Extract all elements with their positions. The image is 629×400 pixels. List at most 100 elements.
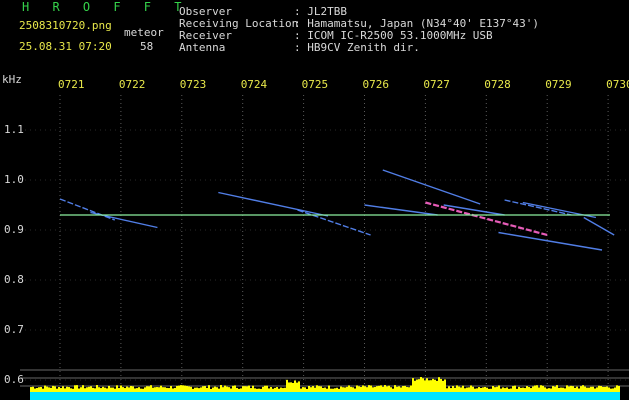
spectrum-bar	[220, 385, 222, 392]
x-tick-label: 0721	[58, 78, 85, 91]
spectrum-bar	[544, 387, 546, 392]
spectrum-bar	[64, 388, 66, 392]
spectrum-bar	[138, 387, 140, 392]
meteor-trace	[382, 169, 481, 205]
spectrum-bar	[322, 387, 324, 392]
spectrum-bar	[130, 385, 132, 392]
spectrum-bar	[442, 380, 444, 392]
spectrum-bar	[262, 386, 264, 392]
spectrum-bar	[346, 386, 348, 392]
spectrum-bar	[164, 387, 166, 392]
spectrum-bar	[462, 385, 464, 392]
spectrum-bar	[490, 388, 492, 392]
spectrum-bar	[526, 386, 528, 392]
spectrum-bar	[460, 387, 462, 392]
spectrum-bar	[386, 386, 388, 392]
spectrum-bar	[250, 388, 252, 392]
spectrum-bar	[380, 385, 382, 392]
spectrum-bar	[292, 382, 294, 392]
spectrum-bar	[226, 386, 228, 392]
y-tick-label: 0.7	[4, 323, 24, 336]
spectrum-bar	[208, 385, 210, 392]
spectrum-bar	[438, 377, 440, 392]
spectrum-bar	[426, 378, 428, 392]
spectrum-bar	[370, 385, 372, 392]
spectrum-bar	[328, 385, 330, 392]
spectrum-bar	[264, 385, 266, 392]
spectrum-bar	[316, 385, 318, 392]
spectrum-bar	[46, 386, 48, 392]
spectrum-bar	[378, 385, 380, 392]
spectrum-bar	[96, 385, 98, 392]
spectrum-bar	[178, 385, 180, 392]
spectrum-bar	[272, 388, 274, 392]
spectrum-bar	[284, 387, 286, 392]
x-tick-label: 0723	[179, 78, 207, 91]
spectrum-bar	[586, 387, 588, 392]
spectrum-bar	[408, 387, 410, 392]
spectrum-bar	[616, 385, 618, 392]
spectrum-bar	[576, 386, 578, 392]
spectrum-bar	[320, 386, 322, 392]
spectrum-bar	[224, 385, 226, 392]
meteor-trace	[498, 231, 603, 251]
spectrum-bar	[582, 385, 584, 392]
spectrum-bar	[356, 385, 358, 392]
spectrum-bar	[366, 387, 368, 392]
y-tick-label: 0.6	[4, 373, 24, 386]
spectrum-bar	[338, 388, 340, 392]
spectrum-bar	[468, 387, 470, 392]
spectrum-bar	[174, 387, 176, 392]
spectrum-bar	[514, 385, 516, 392]
spectrum-bar	[56, 388, 58, 392]
spectrum-bar	[342, 387, 344, 392]
spectrum-bar	[492, 386, 494, 392]
spectrum-bar	[278, 388, 280, 392]
spectrum-bar	[434, 379, 436, 392]
spectrum-bar	[344, 387, 346, 392]
spectrum-bar	[428, 380, 430, 392]
spectrum-bar	[430, 380, 432, 392]
spectrum-bar	[530, 388, 532, 392]
spectrum-bar	[364, 386, 366, 392]
meteor-trace	[218, 191, 329, 217]
spectrum-bar	[270, 387, 272, 392]
spectrum-bar	[308, 385, 310, 392]
spectrum-bar	[498, 385, 500, 392]
spectrum-bar	[388, 385, 390, 392]
spectrum-bar	[310, 387, 312, 392]
spectrum-bar	[100, 388, 102, 392]
spectrum-bar	[568, 386, 570, 392]
spectrum-bar	[520, 387, 522, 392]
spectrum-bar	[424, 380, 426, 392]
spectrum-bar	[548, 388, 550, 392]
spectrum-bar	[446, 388, 448, 392]
spectrum-bar	[512, 386, 514, 392]
spectrum-bar	[422, 378, 424, 392]
spectrum-bar	[340, 386, 342, 392]
spectrum-bar	[556, 385, 558, 392]
spectrum-bar	[496, 386, 498, 392]
spectrum-bar	[312, 386, 314, 392]
spectrum-bar	[52, 385, 54, 392]
y-tick-label: 1.1	[4, 123, 24, 136]
spectrum-bar	[84, 388, 86, 392]
spectrum-bar	[32, 386, 34, 392]
spectrum-bar	[518, 386, 520, 392]
spectrum-bar	[326, 388, 328, 392]
spectrum-bar	[476, 388, 478, 392]
spectrum-bar	[406, 386, 408, 392]
spectrum-bar	[238, 388, 240, 392]
x-tick-label: 0722	[118, 78, 146, 91]
spectrum-bar	[604, 386, 606, 392]
spectrum-bar	[176, 385, 178, 392]
spectrum-bar	[198, 388, 200, 392]
spectrum-bar	[432, 378, 434, 392]
spectrum-bar	[152, 387, 154, 392]
spectrum-bar	[450, 388, 452, 392]
spectrum-bar	[436, 380, 438, 392]
spectrum-bar	[204, 386, 206, 392]
spectrum-bar	[368, 385, 370, 392]
spectrum-bar	[590, 386, 592, 392]
spectrum-bar	[68, 387, 70, 392]
